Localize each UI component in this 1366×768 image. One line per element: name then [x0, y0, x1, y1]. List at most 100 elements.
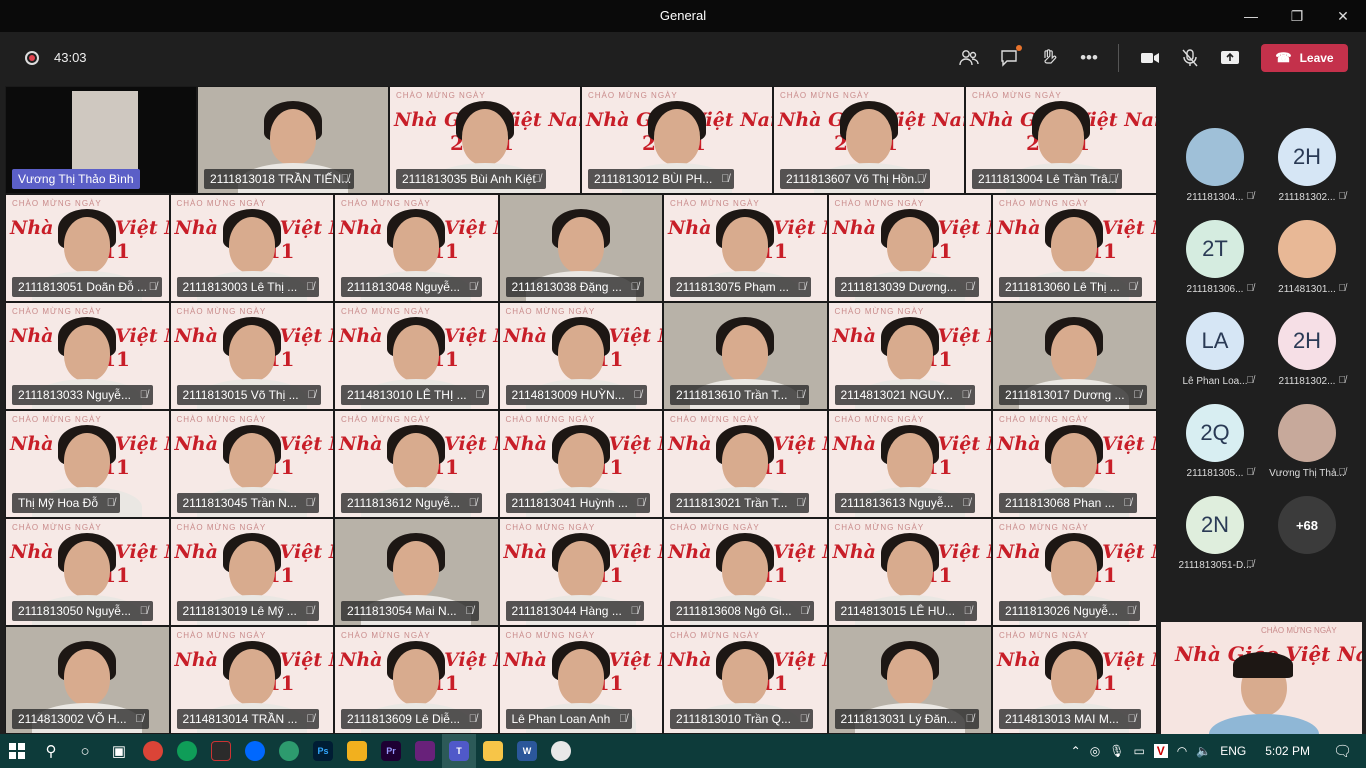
- roster-participant[interactable]: 2T 211181306... 🎙̸: [1170, 220, 1260, 312]
- participant-video-tile[interactable]: CHÀO MỪNG NGÀYNhà Giáo Việt Nam20-112111…: [827, 410, 992, 518]
- language-indicator[interactable]: ENG: [1220, 744, 1246, 758]
- participant-video-tile[interactable]: CHÀO MỪNG NGÀYNhà Giáo Việt Nam20-112114…: [334, 302, 499, 410]
- cortana-button[interactable]: ○: [68, 734, 102, 768]
- roster-participant[interactable]: +68: [1262, 496, 1352, 588]
- participant-video-tile[interactable]: 2111813031 Lý Đăn... 🎙̸: [827, 626, 992, 734]
- battery-icon[interactable]: ▭: [1133, 744, 1144, 758]
- taskbar-app-visual-studio[interactable]: [408, 734, 442, 768]
- tray-chevron-icon[interactable]: ⌃: [1071, 744, 1081, 758]
- participant-video-tile[interactable]: CHÀO MỪNG NGÀYNhà Giáo Việt Nam20-11Lê P…: [498, 626, 663, 734]
- close-button[interactable]: ✕: [1320, 0, 1366, 32]
- taskbar-app-chrome[interactable]: [136, 734, 170, 768]
- participant-video-tile[interactable]: CHÀO MỪNG NGÀYNhà Giáo Việt Nam20-112111…: [663, 626, 828, 734]
- participant-video-tile[interactable]: CHÀO MỪNG NGÀYNhà Giáo Việt Nam20-112111…: [334, 194, 499, 302]
- taskbar-app-player[interactable]: [340, 734, 374, 768]
- participant-video-tile[interactable]: CHÀO MỪNG NGÀYNhà Giáo Việt Nam20-112111…: [334, 626, 499, 734]
- roster-participant[interactable]: 211181304... 🎙̸: [1170, 128, 1260, 220]
- participant-video-tile[interactable]: CHÀO MỪNG NGÀYNhà Giáo Việt Nam20-112111…: [827, 194, 992, 302]
- participant-video-tile[interactable]: 2111813017 Dương ... 🎙̸: [992, 302, 1157, 410]
- taskbar-app-chrome-2[interactable]: [170, 734, 204, 768]
- taskbar-app-premiere[interactable]: Pr: [374, 734, 408, 768]
- participant-video-tile[interactable]: CHÀO MỪNG NGÀYNhà Giáo Việt Nam20-112111…: [663, 410, 828, 518]
- participant-video-tile[interactable]: CHÀO MỪNG NGÀYNhà Giáo Việt Nam20-112111…: [663, 518, 828, 626]
- taskbar-app-zalo[interactable]: [238, 734, 272, 768]
- participant-video-tile[interactable]: CHÀO MỪNG NGÀYNhà Giáo Việt Nam20-112111…: [663, 194, 828, 302]
- participant-video-tile[interactable]: CHÀO MỪNG NGÀYNhà Giáo Việt Nam20-112111…: [498, 518, 663, 626]
- participant-video-tile[interactable]: CHÀO MỪNG NGÀYNhà Giáo Việt Nam20-112111…: [169, 302, 334, 410]
- wifi-icon[interactable]: ◠: [1177, 744, 1187, 758]
- taskbar-app-explorer[interactable]: [476, 734, 510, 768]
- roster-participant[interactable]: 2N 2111813051-D... 🎙̸: [1170, 496, 1260, 588]
- word-icon: W: [517, 741, 537, 761]
- participant-video-tile[interactable]: CHÀO MỪNG NGÀYNhà Giáo Việt Nam20-112111…: [5, 302, 170, 410]
- roster-participant[interactable]: 2Q 211181305... 🎙̸: [1170, 404, 1260, 496]
- roster-participant[interactable]: LA Lê Phan Loa... 🎙̸: [1170, 312, 1260, 404]
- participant-video-tile[interactable]: 2114813002 VÕ H... 🎙̸: [5, 626, 170, 734]
- participant-name-label: 2111813010 Trần Q... 🎙̸: [670, 709, 813, 729]
- more-actions-button[interactable]: •••: [1075, 44, 1103, 72]
- meet-now-icon[interactable]: ◎: [1090, 744, 1100, 758]
- leave-button[interactable]: ☎ Leave: [1261, 44, 1348, 72]
- participant-video-tile[interactable]: CHÀO MỪNG NGÀYNhà Giáo Việt Nam20-112111…: [389, 86, 581, 194]
- host-video-tile[interactable]: Vương Thị Thảo Bình: [5, 86, 197, 194]
- roster-participant[interactable]: 211481301... 🎙̸: [1262, 220, 1352, 312]
- participant-video-tile[interactable]: CHÀO MỪNG NGÀYNhà Giáo Việt Nam20-112114…: [827, 302, 992, 410]
- mic-button[interactable]: [1176, 44, 1204, 72]
- camera-button[interactable]: [1136, 44, 1164, 72]
- share-screen-button[interactable]: [1216, 44, 1244, 72]
- vietkey-icon[interactable]: V: [1153, 744, 1168, 758]
- participant-video-tile[interactable]: 2111813054 Mai N... 🎙̸: [334, 518, 499, 626]
- participant-video-tile[interactable]: CHÀO MỪNG NGÀYNhà Giáo Việt Nam20-112111…: [992, 410, 1157, 518]
- participant-video-tile[interactable]: CHÀO MỪNG NGÀYNhà Giáo Việt Nam20-112114…: [992, 626, 1157, 734]
- microphone-icon[interactable]: 🎙: [1109, 744, 1124, 758]
- restore-button[interactable]: ❐: [1274, 0, 1320, 32]
- participant-name-label: 2114813002 VÕ H... 🎙̸: [12, 709, 149, 729]
- self-video-preview[interactable]: CHÀO MỪNG NGÀY Nhà Giáo Việt Nam: [1161, 622, 1362, 734]
- meeting-timer: 43:03: [54, 50, 87, 65]
- participant-name-label: 2111813044 Hàng ... 🎙̸: [505, 601, 644, 621]
- participant-video-tile[interactable]: CHÀO MỪNG NGÀYNhà Giáo Việt Nam20-112111…: [5, 518, 170, 626]
- participant-video-tile[interactable]: CHÀO MỪNG NGÀYNhà Giáo Việt Nam20-112111…: [992, 518, 1157, 626]
- people-icon: [959, 50, 979, 66]
- participant-video-tile[interactable]: CHÀO MỪNG NGÀYNhà Giáo Việt Nam20-112111…: [334, 410, 499, 518]
- taskbar-app-word[interactable]: W: [510, 734, 544, 768]
- participant-video-tile[interactable]: CHÀO MỪNG NGÀYNhà Giáo Việt Nam20-112111…: [965, 86, 1157, 194]
- participant-video-tile[interactable]: CHÀO MỪNG NGÀYNhà Giáo Việt Nam20-11Thị …: [5, 410, 170, 518]
- participant-video-tile[interactable]: CHÀO MỪNG NGÀYNhà Giáo Việt Nam20-112111…: [5, 194, 170, 302]
- search-button[interactable]: ⚲: [34, 734, 68, 768]
- mic-muted-icon: 🎙̸: [1127, 713, 1136, 725]
- participant-video-tile[interactable]: 2111813610 Trần T... 🎙̸: [663, 302, 828, 410]
- bg-caption: CHÀO MỪNG NGÀY: [834, 307, 925, 316]
- participant-video-tile[interactable]: CHÀO MỪNG NGÀYNhà Giáo Việt Nam20-112111…: [581, 86, 773, 194]
- roster-participant[interactable]: 2H 211181302... 🎙̸: [1262, 128, 1352, 220]
- volume-icon[interactable]: 🔈: [1196, 744, 1211, 758]
- task-view-button[interactable]: ▣: [102, 734, 136, 768]
- taskbar-app-game[interactable]: [204, 734, 238, 768]
- participant-video-tile[interactable]: CHÀO MỪNG NGÀYNhà Giáo Việt Nam20-112111…: [992, 194, 1157, 302]
- chat-button[interactable]: [995, 44, 1023, 72]
- participant-video-tile[interactable]: CHÀO MỪNG NGÀYNhà Giáo Việt Nam20-112114…: [827, 518, 992, 626]
- taskbar-app-edge[interactable]: [272, 734, 306, 768]
- mic-muted-icon: 🎙̸: [1246, 375, 1255, 386]
- start-button[interactable]: [0, 734, 34, 768]
- participants-button[interactable]: [955, 44, 983, 72]
- reactions-button[interactable]: [1035, 44, 1063, 72]
- participant-video-tile[interactable]: 2111813018 TRẦN TIẾN... 🎙̸: [197, 86, 389, 194]
- clock[interactable]: 5:02 PM: [1265, 744, 1310, 758]
- participant-video-tile[interactable]: CHÀO MỪNG NGÀYNhà Giáo Việt Nam20-112111…: [498, 410, 663, 518]
- taskbar-app-photoshop[interactable]: Ps: [306, 734, 340, 768]
- participant-video-tile[interactable]: 2111813038 Đặng ... 🎙̸: [498, 194, 663, 302]
- participant-video-tile[interactable]: CHÀO MỪNG NGÀYNhà Giáo Việt Nam20-112111…: [169, 194, 334, 302]
- participant-video-tile[interactable]: CHÀO MỪNG NGÀYNhà Giáo Việt Nam20-112111…: [773, 86, 965, 194]
- taskbar-app-teams[interactable]: T: [442, 734, 476, 768]
- participant-video-tile[interactable]: CHÀO MỪNG NGÀYNhà Giáo Việt Nam20-112114…: [498, 302, 663, 410]
- participant-video-tile[interactable]: CHÀO MỪNG NGÀYNhà Giáo Việt Nam20-112111…: [169, 518, 334, 626]
- taskbar-app-paint[interactable]: [544, 734, 578, 768]
- minimize-button[interactable]: —: [1228, 0, 1274, 32]
- participant-video-tile[interactable]: CHÀO MỪNG NGÀYNhà Giáo Việt Nam20-112114…: [169, 626, 334, 734]
- roster-participant[interactable]: Vương Thị Thả... 🎙̸: [1262, 404, 1352, 496]
- notifications-icon[interactable]: 🗨: [1333, 742, 1352, 760]
- roster-participant[interactable]: 2H 211181302... 🎙̸: [1262, 312, 1352, 404]
- participant-video-tile[interactable]: CHÀO MỪNG NGÀYNhà Giáo Việt Nam20-112111…: [169, 410, 334, 518]
- participant-roster: 211181304... 🎙̸ 2H 211181302... 🎙̸ 2T 21118130…: [1157, 86, 1366, 622]
